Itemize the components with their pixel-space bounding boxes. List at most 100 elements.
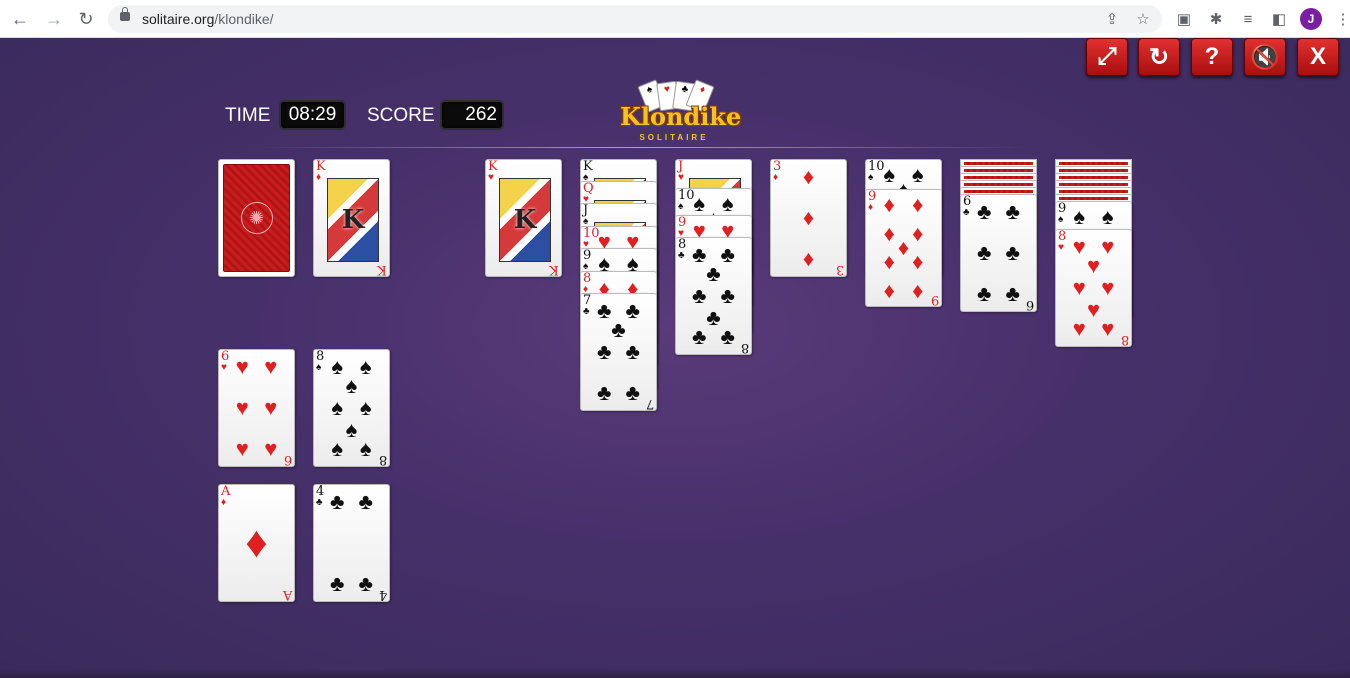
card-rank-bottom: K [377, 262, 387, 277]
court-figure-icon: K [499, 178, 551, 262]
court-rank: K [341, 205, 365, 235]
pip-icon: ♣ [1005, 240, 1020, 265]
card-suit-icon: ♣ [963, 207, 970, 218]
restart-button[interactable]: ↻ [1138, 38, 1180, 76]
close-game-button[interactable]: X [1297, 38, 1339, 76]
card-suit-icon: ♥ [488, 172, 494, 183]
stock-pile[interactable]: ✺ [218, 159, 295, 277]
pip-icon: ♠ [331, 353, 344, 379]
pip-icon: ♦ [802, 246, 815, 272]
card-pips: ♦ ♦ ♦ [780, 164, 837, 272]
pip-icon: ♠ [345, 416, 358, 442]
pip-icon: ♦ [883, 249, 895, 275]
pip-icon: ♣ [720, 283, 735, 308]
reading-list-icon[interactable]: ≡ [1238, 9, 1258, 29]
pip-icon: ♥ [1072, 275, 1086, 300]
pip-icon: ♦ [912, 278, 924, 304]
tableau-card[interactable]: K ♥ K K [485, 159, 562, 277]
card-pips: ♥ ♥ ♥ ♥ ♥ ♥ [228, 354, 285, 462]
pip-icon: ♠ [1101, 203, 1114, 229]
tableau-card[interactable]: 8 ♥ 8 ♥ ♥ ♥ ♥ ♥ ♥ ♥ ♥ [1055, 229, 1132, 347]
card-suit-icon: ♥ [1058, 242, 1064, 253]
pip-icon: ♣ [706, 261, 721, 287]
pip-icon: ♦ [883, 278, 895, 304]
browser-toolbar: ← → ↻ solitaire.org/klondike/ ⇪ ☆ ▣ ✱ ≡ … [0, 0, 1350, 38]
help-button[interactable]: ? [1191, 38, 1233, 76]
card-pips: ♥ ♥ ♥ ♥ ♥ ♥ ♥ ♥ [1065, 234, 1122, 342]
pip-icon: ♥ [235, 436, 249, 462]
pip-icon: ♣ [625, 339, 640, 364]
pip-icon: ♠ [883, 161, 896, 187]
foundation-card[interactable]: 4 ♣ 4 ♣ ♣ ♣ ♣ [313, 484, 390, 602]
card-suit-icon: ♣ [678, 250, 685, 261]
pip-icon: ♦ [912, 191, 924, 217]
pip-icon: ♣ [597, 339, 612, 364]
card-pips: ♣ ♣ ♣ ♣ ♣ ♣ ♣ ♣ [685, 242, 742, 350]
tableau-card[interactable]: 3 ♦ 3 ♦ ♦ ♦ [770, 159, 847, 277]
extension-icon[interactable]: ▣ [1174, 9, 1194, 29]
pip-icon: ♣ [720, 241, 735, 267]
pip-icon: ♦ [883, 191, 895, 217]
foundation-card[interactable]: 8 ♠ 8 ♠ ♠ ♠ ♠ ♠ ♠ ♠ ♠ [313, 349, 390, 467]
back-arrow-icon[interactable]: ← [8, 7, 32, 31]
menu-dots-icon[interactable]: ⋮ [1333, 9, 1350, 29]
card-back-emblem-icon: ✺ [240, 202, 273, 234]
card-suit-icon: ♦ [773, 172, 779, 183]
pip-icon: ♣ [597, 297, 612, 323]
side-panel-icon[interactable]: ◧ [1269, 9, 1289, 29]
tableau-card[interactable]: 8 ♣ 8 ♣ ♣ ♣ ♣ ♣ ♣ ♣ ♣ [675, 237, 752, 355]
pip-icon: ♦ [883, 220, 895, 246]
pip-icon: ♣ [330, 488, 345, 514]
pip-icon: ♥ [1072, 233, 1086, 259]
pip-icon: ♣ [597, 380, 612, 406]
url-text[interactable]: solitaire.org/klondike/ [142, 11, 274, 27]
card-suit-icon: ♣ [316, 497, 323, 508]
card-suit-icon: ♠ [316, 362, 322, 373]
forward-arrow-icon[interactable]: → [42, 7, 66, 31]
tableau-card[interactable]: 7 ♣ 7 ♣ ♣ ♣ ♣ ♣ ♣ ♣ [580, 293, 657, 411]
ace-pip-icon: ♦ [245, 518, 268, 567]
lock-icon[interactable] [120, 7, 130, 21]
pip-icon: ♥ [264, 395, 278, 420]
court-figure-icon: K [327, 178, 379, 262]
extension-puzzle-icon[interactable]: ✱ [1206, 9, 1226, 29]
avatar[interactable]: J [1300, 8, 1322, 30]
fullscreen-button[interactable]: ⤢ [1086, 38, 1128, 76]
time-display: 08:29 [279, 100, 346, 130]
pip-icon: ♠ [331, 395, 344, 420]
card-suit-icon: ♠ [1058, 214, 1064, 225]
foundation-card[interactable]: 6 ♥ 6 ♥ ♥ ♥ ♥ ♥ ♥ [218, 349, 295, 467]
share-icon[interactable]: ⇪ [1102, 9, 1122, 29]
waste-card[interactable]: K ♦ K K [313, 159, 390, 277]
card-pips: ♣ ♣ ♣ ♣ ♣ ♣ ♣ [590, 298, 647, 406]
pip-icon: ♥ [235, 353, 249, 379]
pip-icon: ♥ [1101, 316, 1115, 342]
pip-icon: ♥ [1086, 296, 1101, 322]
klondike-logo: ♠ ♥ ♣ ♦ Klondike SOLITAIRE [620, 79, 741, 146]
address-bar[interactable]: solitaire.org/klondike/ ⇪ ☆ [108, 5, 1162, 33]
foundation-card[interactable]: A ♦ A ♦ [218, 484, 295, 602]
card-suit-icon: ♥ [678, 172, 684, 183]
pip-icon: ♥ [264, 436, 278, 462]
pip-icon: ♠ [359, 395, 372, 420]
mute-button[interactable]: 🔇 [1244, 38, 1286, 76]
pip-icon: ♣ [358, 488, 373, 514]
pip-icon: ♣ [692, 283, 707, 308]
star-icon[interactable]: ☆ [1133, 9, 1153, 29]
pip-icon: ♣ [1005, 281, 1020, 307]
pip-icon: ♣ [977, 240, 992, 265]
pip-icon: ♦ [912, 249, 924, 275]
tableau-card[interactable]: 9 ♦ 9 ♦ ♦ ♦ ♦ ♦ ♦ ♦ ♦ ♦ [865, 189, 942, 307]
pip-icon: ♠ [359, 353, 372, 379]
pip-icon: ♣ [1005, 198, 1020, 224]
pip-icon: ♦ [912, 220, 924, 246]
pip-icon: ♣ [977, 281, 992, 307]
game-table: ⤢ ↻? 🔇 X TIME 08:29 SCORE 262 ♠ ♥ ♣ ♦ Klond… [0, 38, 1350, 678]
card-suit-icon: ♦ [221, 497, 227, 508]
pip-icon: ♣ [330, 571, 345, 597]
pip-icon: ♣ [692, 324, 707, 350]
tableau-card[interactable]: 6 ♣ 6 ♣ ♣ ♣ ♣ ♣ ♣ [960, 194, 1037, 312]
pip-icon: ♥ [1072, 316, 1086, 342]
reload-icon[interactable]: ↻ [74, 7, 98, 31]
card-pips: ♠ ♠ ♠ ♠ ♠ ♠ ♠ ♠ [323, 354, 380, 462]
